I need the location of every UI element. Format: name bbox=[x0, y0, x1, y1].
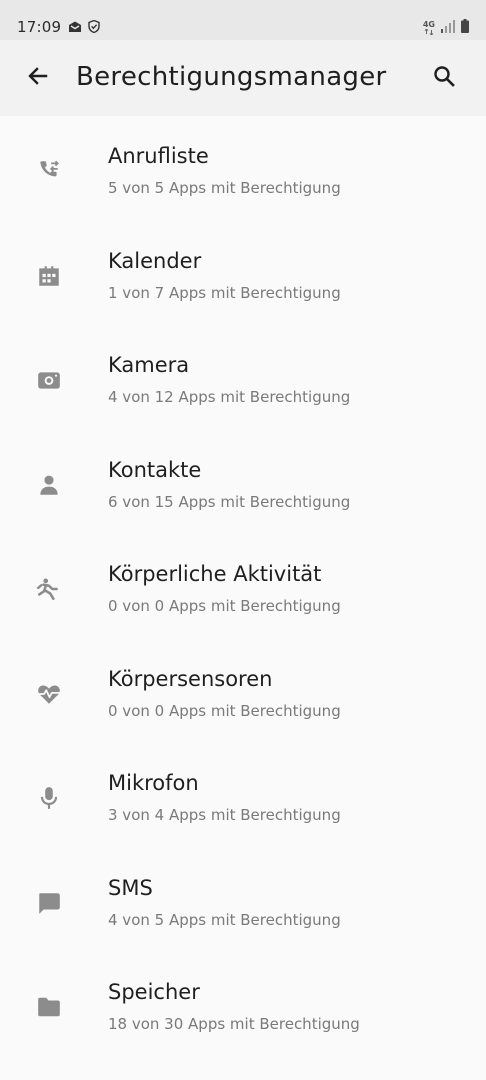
activity-icon bbox=[36, 576, 62, 602]
permission-label: Anrufliste bbox=[108, 144, 209, 168]
permission-summary: 0 von 0 Apps mit Berechtigung bbox=[108, 597, 341, 615]
permission-label: Körperliche Aktivität bbox=[108, 562, 322, 586]
call-log-icon bbox=[36, 158, 62, 184]
page-title: Berechtigungsmanager bbox=[76, 62, 387, 92]
battery-icon bbox=[461, 18, 469, 37]
permission-summary: 18 von 30 Apps mit Berechtigung bbox=[108, 1015, 360, 1033]
folder-icon bbox=[36, 994, 62, 1020]
permission-label: Kamera bbox=[108, 353, 190, 377]
permission-list: Anrufliste 5 von 5 Apps mit Berechtigung… bbox=[0, 116, 486, 1057]
permission-label: Kontakte bbox=[108, 457, 202, 482]
back-button[interactable] bbox=[20, 60, 56, 96]
permission-summary: 0 von 0 Apps mit Berechtigung bbox=[108, 701, 341, 720]
microphone-icon bbox=[36, 785, 62, 811]
person-icon bbox=[36, 472, 62, 498]
network-type-icon: 4G bbox=[422, 19, 435, 35]
status-time: 17:09 bbox=[17, 18, 62, 36]
arrow-left-icon bbox=[26, 64, 50, 92]
signal-icon bbox=[441, 18, 455, 37]
permission-summary: 5 von 5 Apps mit Berechtigung bbox=[108, 179, 341, 197]
camera-icon bbox=[36, 367, 62, 393]
search-button[interactable] bbox=[426, 60, 462, 96]
permission-label: Mikrofon bbox=[108, 771, 199, 795]
calendar-icon bbox=[36, 263, 62, 289]
status-system-icons: 4G bbox=[423, 18, 469, 37]
heart-pulse-icon bbox=[36, 681, 62, 707]
permission-label: Speicher bbox=[108, 980, 200, 1004]
permission-item-sms[interactable]: SMS 4 von 5 Apps mit Berechtigung bbox=[0, 848, 486, 953]
permission-summary: 4 von 12 Apps mit Berechtigung bbox=[108, 388, 351, 406]
network-type-label: 4G bbox=[422, 19, 435, 29]
app-bar: Berechtigungsmanager bbox=[0, 40, 486, 116]
permission-summary: 3 von 4 Apps mit Berechtigung bbox=[108, 806, 341, 824]
permission-label: Körpersensoren bbox=[108, 666, 273, 691]
permission-item-storage[interactable]: Speicher 18 von 30 Apps mit Berechtigung bbox=[0, 952, 486, 1057]
status-bar: 17:09 4G bbox=[0, 0, 486, 40]
permission-item-body-sensors[interactable]: Körpersensoren 0 von 0 Apps mit Berechti… bbox=[0, 639, 486, 744]
permission-item-camera[interactable]: Kamera 4 von 12 Apps mit Berechtigung bbox=[0, 325, 486, 430]
shield-notification-icon bbox=[88, 18, 100, 37]
mail-notification-icon bbox=[68, 18, 82, 37]
permission-item-call-log[interactable]: Anrufliste 5 von 5 Apps mit Berechtigung bbox=[0, 116, 486, 221]
permission-item-microphone[interactable]: Mikrofon 3 von 4 Apps mit Berechtigung bbox=[0, 743, 486, 848]
permission-item-contacts[interactable]: Kontakte 6 von 15 Apps mit Berechtigung bbox=[0, 430, 486, 535]
status-notification-icons bbox=[68, 18, 100, 37]
permission-summary: 4 von 5 Apps mit Berechtigung bbox=[108, 910, 341, 929]
permission-label: SMS bbox=[108, 875, 153, 900]
permission-item-calendar[interactable]: Kalender 1 von 7 Apps mit Berechtigung bbox=[0, 221, 486, 326]
permission-item-physical-activity[interactable]: Körperliche Aktivität 0 von 0 Apps mit B… bbox=[0, 534, 486, 639]
search-icon bbox=[432, 64, 456, 92]
permission-summary: 1 von 7 Apps mit Berechtigung bbox=[108, 283, 341, 302]
permission-label: Kalender bbox=[108, 248, 202, 273]
message-icon bbox=[36, 890, 62, 916]
permission-summary: 6 von 15 Apps mit Berechtigung bbox=[108, 492, 351, 511]
